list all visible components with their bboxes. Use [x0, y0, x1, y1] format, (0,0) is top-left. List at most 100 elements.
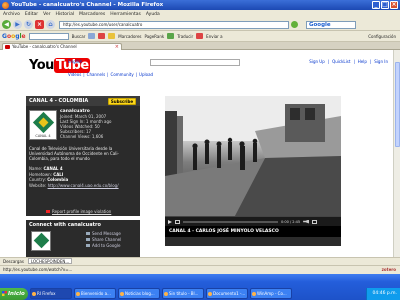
time-display: 0:00 / 2:45 — [281, 219, 301, 224]
system-tray: 04:46 p.m. — [366, 288, 400, 300]
download-item[interactable]: LOCHESPOINDEN... — [27, 258, 73, 264]
player-controls: 0:00 / 2:45 — [165, 216, 341, 226]
help-link[interactable]: Help — [358, 59, 367, 64]
window-title: YouTube - canalcuatro's Channel - Mozill… — [11, 2, 164, 8]
address-bar[interactable]: http://es.youtube.com/user/canalcuatro — [59, 20, 289, 29]
vertical-scrollbar[interactable] — [393, 50, 400, 265]
star-icon[interactable] — [108, 33, 116, 39]
task-item[interactable]: WinAmp - Co... — [250, 288, 292, 299]
sign-in-link[interactable]: Sign In — [374, 59, 388, 64]
channel-info-box: CANAL 4 - COLOMBIA Subscribe CANAL 4 can… — [26, 96, 140, 216]
website-link[interactable]: http://www.canal4.uao.edu.co/blog/ — [48, 183, 119, 188]
close-button[interactable]: × — [390, 1, 398, 9]
send-to-button[interactable]: Enviar a — [206, 34, 222, 39]
tab-youtube[interactable]: YouTube - canalcuatro's Channel × — [2, 43, 122, 50]
seek-bar[interactable] — [183, 220, 278, 223]
task-item[interactable]: Noticias blog... — [118, 288, 160, 299]
translate-button[interactable]: Traducir — [177, 34, 193, 39]
menu-item-archivo[interactable]: Archivo — [3, 12, 20, 17]
start-button[interactable]: Inicio — [0, 288, 28, 300]
app-icon — [120, 292, 124, 296]
menu-item-ver[interactable]: Ver — [43, 12, 50, 17]
task-label: RI Firefox — [37, 291, 56, 296]
google-search-input[interactable] — [28, 32, 69, 40]
nav-videos[interactable]: Videos — [68, 72, 81, 77]
channel-avatar[interactable]: CANAL 4 — [29, 110, 57, 140]
video-scene — [165, 96, 341, 216]
window-titlebar: YouTube - canalcuatro's Channel - Mozill… — [0, 0, 400, 10]
toolbar-icon[interactable] — [88, 33, 96, 39]
menu-item-marcadores[interactable]: Marcadores — [79, 12, 105, 17]
status-bar: http://es.youtube.com/watch?v=... zotero — [0, 265, 400, 274]
menu-bar: Archivo Editar Ver Historial Marcadores … — [0, 10, 400, 19]
downloads-label[interactable]: Descargas — [3, 258, 24, 265]
search-engine-box[interactable]: Google — [306, 20, 356, 29]
channel-details: Name: CANAL 4 Hometown: CALI Country: Co… — [29, 166, 119, 188]
stop-icon[interactable] — [175, 219, 180, 224]
home-button[interactable]: ⌂ — [46, 20, 55, 29]
video-frame[interactable] — [165, 96, 341, 216]
clock[interactable]: 04:46 p.m. — [373, 291, 398, 296]
forward-button[interactable]: ▶ — [13, 20, 22, 29]
nav-community[interactable]: Community — [111, 72, 134, 77]
send-message-label: Send Message — [92, 231, 121, 236]
connect-title: Connect with canalcuatro — [29, 222, 101, 228]
fullscreen-icon[interactable] — [312, 219, 318, 224]
task-item[interactable]: Sin título - Bl... — [162, 288, 204, 299]
task-label: Documento1 -... — [213, 291, 246, 296]
connect-avatar — [31, 231, 51, 251]
reload-button[interactable]: ↻ — [24, 20, 33, 29]
status-text: http://es.youtube.com/watch?v=... — [3, 267, 73, 272]
video-player: 0:00 / 2:45 CANAL 4 - CARLOS JOSÉ MINYOL… — [165, 96, 341, 246]
scrollbar-thumb[interactable] — [395, 62, 400, 147]
language-link[interactable]: English — [68, 59, 82, 64]
maximize-button[interactable]: □ — [381, 1, 389, 9]
google-logo: Google — [2, 32, 26, 40]
menu-item-historial[interactable]: Historial — [56, 12, 75, 17]
settings-button[interactable]: Configuración — [368, 34, 396, 39]
menu-item-ayuda[interactable]: Ayuda — [146, 12, 160, 17]
avatar-caption: CANAL 4 — [35, 134, 51, 138]
stop-button[interactable]: × — [35, 20, 44, 29]
logo-shape — [33, 232, 50, 249]
related-strip — [165, 237, 341, 246]
volume-icon[interactable] — [303, 219, 310, 224]
toolbar-icon[interactable] — [98, 33, 106, 39]
tab-bar: YouTube - canalcuatro's Channel × — [0, 42, 400, 50]
google-search-button[interactable]: Buscar — [72, 34, 86, 39]
bookmarks-button[interactable]: Marcadores — [118, 34, 141, 39]
task-label: Sin título - Bl... — [169, 291, 199, 296]
minimize-button[interactable]: _ — [372, 1, 380, 9]
menu-item-herramientas[interactable]: Herramientas — [110, 12, 141, 17]
sign-up-link[interactable]: Sign Up — [309, 59, 324, 64]
firefox-icon — [32, 292, 36, 296]
menu-item-editar[interactable]: Editar — [25, 12, 38, 17]
website-label: Website: — [29, 182, 47, 188]
task-firefox[interactable]: RI Firefox — [30, 288, 72, 299]
go-icon[interactable] — [291, 21, 298, 28]
quicklist-link[interactable]: QuickList — [332, 59, 350, 64]
nav-channels[interactable]: Channels — [87, 72, 106, 77]
channel-views: Channel Views: 1,606 — [60, 134, 104, 139]
hometown-value: CALI — [53, 171, 64, 177]
report-link[interactable]: Report profile image violation — [52, 209, 111, 214]
back-button[interactable]: ◀ — [2, 20, 11, 29]
connect-actions: Send Message Share Channel Add to Google — [86, 231, 121, 249]
zotero-button[interactable]: zotero — [382, 266, 396, 274]
play-icon[interactable] — [168, 219, 172, 224]
nav-upload[interactable]: Upload — [139, 72, 153, 77]
add-to-google-link[interactable]: Add to Google — [86, 243, 121, 249]
app-icon — [76, 292, 80, 296]
task-item[interactable]: Bienvenido a... — [74, 288, 116, 299]
app-icon — [164, 292, 168, 296]
s-icon[interactable] — [196, 33, 204, 39]
check-icon[interactable] — [167, 33, 175, 39]
google-toolbar: Google Buscar Marcadores PageRank Traduc… — [0, 31, 400, 42]
google-icon — [86, 244, 90, 247]
youtube-search-input[interactable] — [150, 59, 240, 66]
navigation-toolbar: ◀ ▶ ↻ × ⌂ http://es.youtube.com/user/can… — [0, 19, 400, 31]
video-caption: CANAL 4 - CARLOS JOSÉ MINYOLO VELASCO — [165, 227, 341, 236]
subscribe-button[interactable]: Subscribe — [108, 98, 136, 105]
task-item[interactable]: Documento1 -... — [206, 288, 248, 299]
hometown-label: Hometown: — [29, 171, 52, 177]
